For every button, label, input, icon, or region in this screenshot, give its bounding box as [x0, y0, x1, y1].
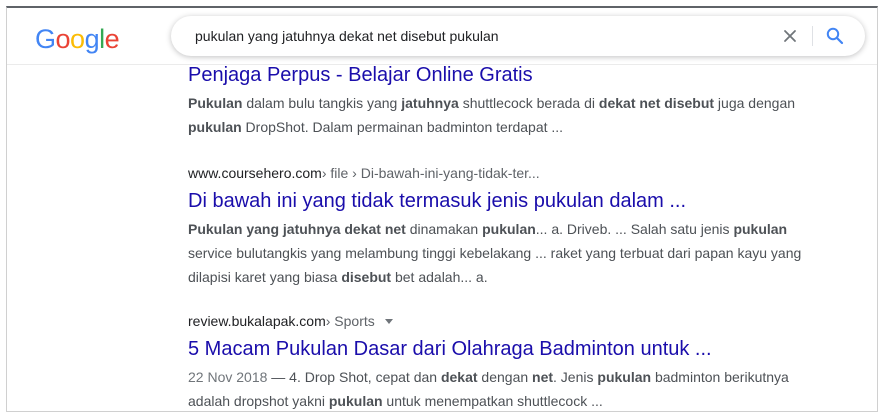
snippet-highlight: disebut	[341, 269, 392, 285]
snippet-highlight: pukulan	[733, 221, 788, 237]
snippet-text: dinamakan	[405, 221, 483, 237]
result-date: 22 Nov 2018	[188, 369, 268, 385]
snippet-highlight: jatuhnya	[401, 95, 459, 111]
logo-letter: G	[35, 24, 56, 54]
results-list: Penjaga Perpus - Belajar Online Gratis P…	[188, 62, 828, 413]
search-header: Google	[7, 8, 877, 65]
snippet-text: DropShot. Dalam permainan badminton terd…	[241, 119, 564, 135]
snippet-text: dengan	[477, 369, 533, 385]
snippet-highlight: dekat net disebut	[598, 95, 715, 111]
snippet-text: shuttlecock berada di	[458, 95, 599, 111]
snippet-text: ... a. Driveb. ... Salah satu jenis	[535, 221, 734, 237]
snippet-text: . Jenis	[553, 369, 598, 385]
snippet-text: service bulutangkis yang melambung tingg…	[188, 245, 802, 285]
google-logo[interactable]: Google	[35, 24, 120, 55]
snippet-highlight: net	[532, 369, 554, 385]
result-domain: www.coursehero.com	[188, 165, 322, 181]
result-url-breadcrumb[interactable]: www.coursehero.com › file › Di-bawah-ini…	[188, 164, 828, 182]
snippet-highlight: Pukulan yang jatuhnya dekat net	[188, 221, 406, 237]
result-title-link[interactable]: Di bawah ini yang tidak termasuk jenis p…	[188, 188, 828, 214]
search-divider	[812, 26, 813, 46]
search-result: Penjaga Perpus - Belajar Online Gratis P…	[188, 62, 828, 148]
snippet-highlight: Pukulan	[188, 95, 243, 111]
snippet-text: juga dengan	[714, 95, 796, 111]
result-url-breadcrumb[interactable]: review.bukalapak.com › Sports	[188, 312, 828, 330]
search-input[interactable]	[195, 26, 755, 46]
chevron-down-icon[interactable]	[384, 318, 393, 324]
snippet-text: — 4. Drop Shot, cepat dan	[267, 369, 441, 385]
snippet-highlight: pukulan	[482, 221, 536, 237]
snippet-text: bet adalah... a.	[391, 269, 488, 285]
result-title-link[interactable]: 5 Macam Pukulan Dasar dari Olahraga Badm…	[188, 336, 828, 362]
search-result: www.coursehero.com › file › Di-bawah-ini…	[188, 164, 828, 286]
result-domain: review.bukalapak.com	[188, 313, 326, 329]
result-title-link[interactable]: Penjaga Perpus - Belajar Online Gratis	[188, 62, 828, 88]
logo-letter: o	[70, 24, 85, 54]
snippet-text: untuk menempatkan shuttlecock ...	[382, 393, 603, 409]
logo-letter: g	[84, 24, 100, 54]
snippet-text: dalam bulu tangkis yang	[242, 95, 402, 111]
snippet-highlight: pukulan	[328, 393, 383, 409]
snippet-highlight: pukulan	[597, 369, 652, 385]
result-snippet: 22 Nov 2018 — 4. Drop Shot, cepat dan de…	[188, 365, 828, 413]
snippet-highlight: dekat	[440, 369, 478, 385]
result-path: › file › Di-bawah-ini-yang-tidak-ter...	[321, 165, 540, 181]
result-path: › Sports	[325, 313, 375, 329]
close-icon[interactable]	[779, 25, 801, 47]
logo-letter: e	[104, 24, 120, 54]
search-box	[171, 16, 865, 56]
result-snippet: Pukulan dalam bulu tangkis yang jatuhnya…	[188, 91, 828, 139]
result-snippet: Pukulan yang jatuhnya dekat net dinamaka…	[188, 217, 828, 289]
search-result: review.bukalapak.com › Sports 5 Macam Pu…	[188, 312, 828, 413]
snippet-highlight: pukulan	[188, 119, 242, 135]
logo-letter: o	[55, 24, 71, 54]
search-icon[interactable]	[823, 25, 847, 47]
